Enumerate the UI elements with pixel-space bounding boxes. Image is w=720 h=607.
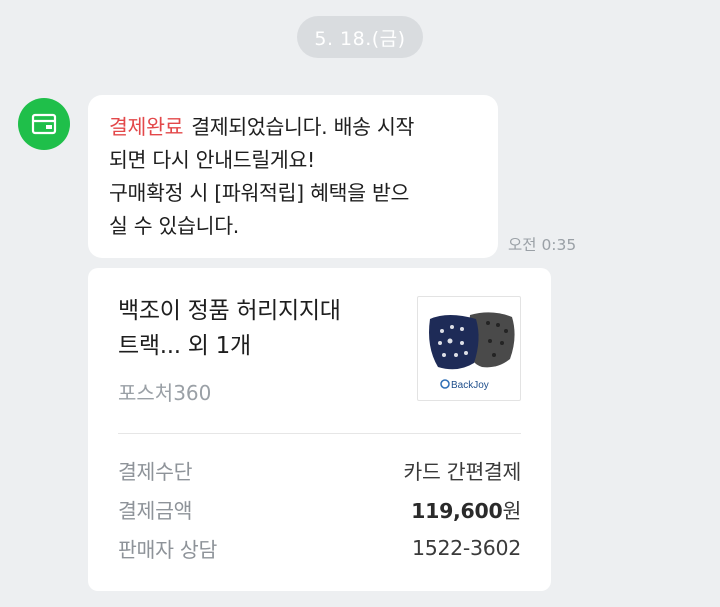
- brand-logo-text: BackJoy: [451, 380, 489, 391]
- payment-complete-tag: 결제완료: [109, 115, 184, 139]
- date-divider: 5. 18.(금): [297, 16, 423, 58]
- order-card[interactable]: 백조이 정품 허리지지대 트랙... 외 1개 포스처360 BackJoy 결…: [88, 268, 551, 591]
- wallet-icon: [31, 113, 57, 135]
- message-line-3: 구매확정 시 [파워적립] 혜택을 받으: [109, 181, 410, 205]
- message-line-4: 실 수 있습니다.: [109, 214, 240, 238]
- seller-contact-row: 판매자 상담 1522-3602: [118, 532, 521, 564]
- card-divider: [118, 433, 521, 434]
- seller-phone-link[interactable]: 1522-3602: [412, 536, 521, 560]
- message-time: 오전 0:35: [508, 236, 577, 254]
- payment-amount-row: 결제금액 119,600원: [118, 493, 521, 525]
- payment-amount-value: 119,600원: [411, 499, 521, 523]
- payment-method-label: 결제수단: [118, 460, 193, 484]
- backrest-product-image: BackJoy: [429, 312, 515, 391]
- payment-avatar[interactable]: [18, 98, 70, 150]
- payment-method-row: 결제수단 카드 간편결제: [118, 454, 521, 486]
- product-title[interactable]: 백조이 정품 허리지지대 트랙... 외 1개: [118, 294, 388, 364]
- payment-method-value: 카드 간편결제: [403, 460, 521, 484]
- message-line-1: 결제완료 결제되었습니다. 배송 시작: [109, 115, 415, 139]
- product-thumbnail[interactable]: BackJoy: [417, 296, 521, 401]
- seller-contact-label: 판매자 상담: [118, 538, 218, 562]
- payment-amount-label: 결제금액: [118, 499, 193, 523]
- message-bubble: 결제완료 결제되었습니다. 배송 시작 되면 다시 안내드릴게요! 구매확정 시 …: [88, 95, 498, 258]
- message-line-2: 되면 다시 안내드릴게요!: [109, 148, 315, 172]
- store-name: 포스처360: [118, 381, 212, 405]
